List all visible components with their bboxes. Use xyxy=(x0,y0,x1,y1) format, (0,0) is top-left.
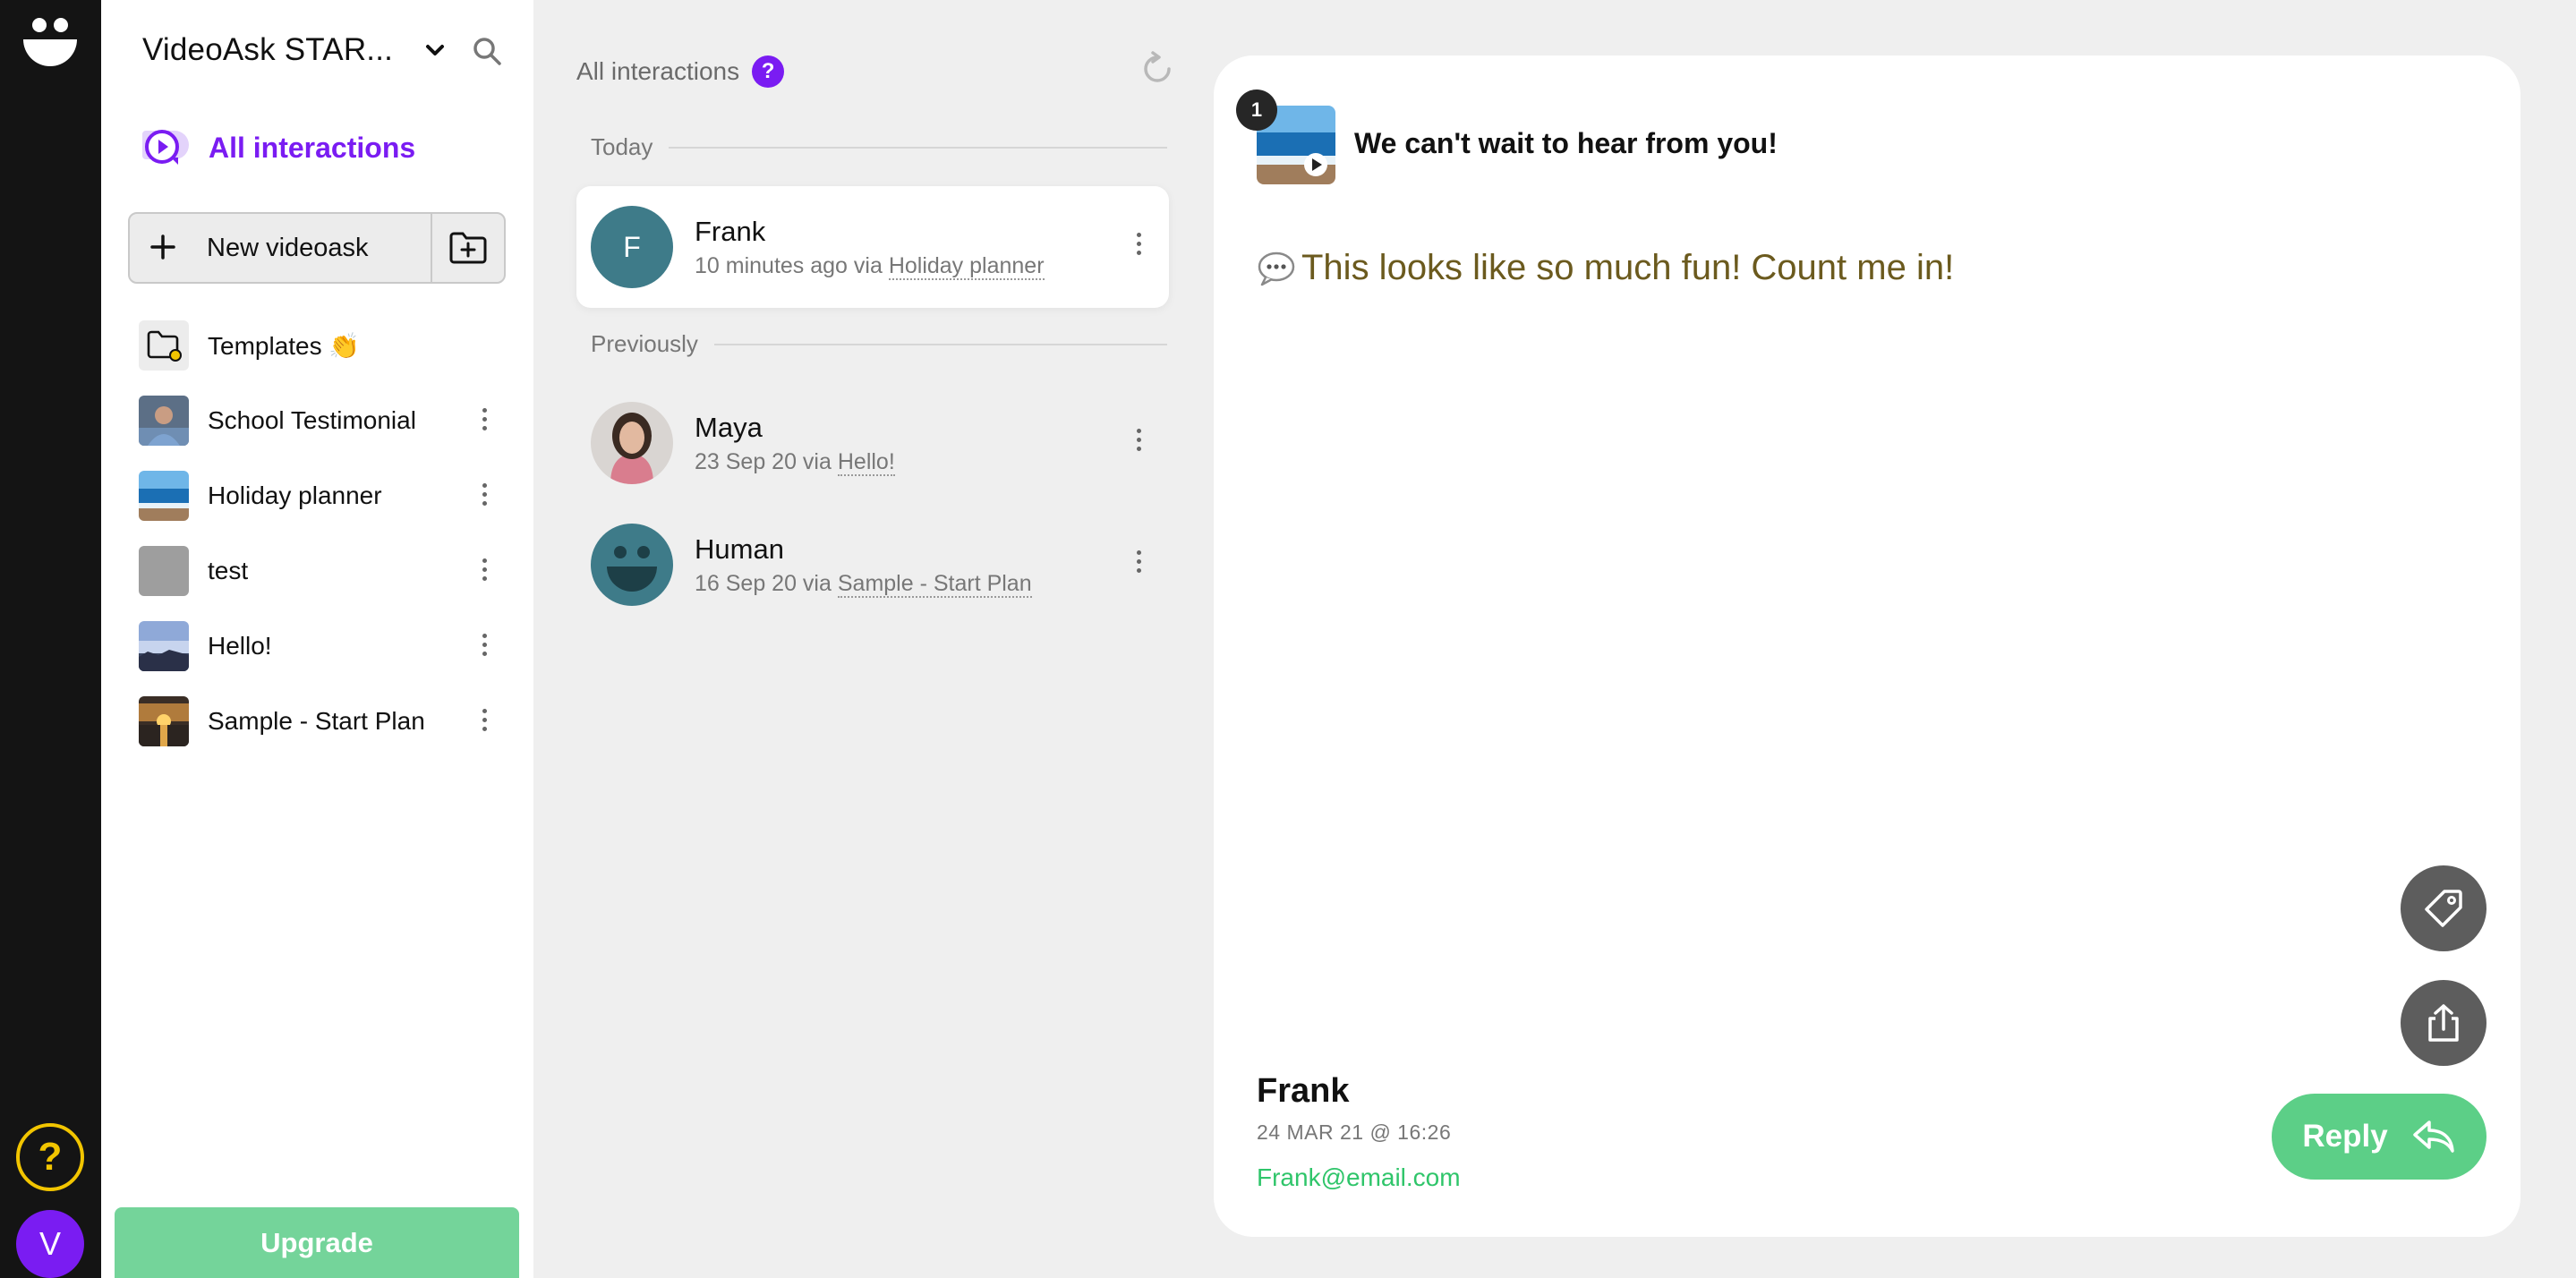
refresh-icon[interactable] xyxy=(1139,50,1176,88)
interaction-time: 10 minutes ago via xyxy=(695,252,883,278)
new-folder-button[interactable] xyxy=(432,214,504,282)
respondent-email[interactable]: Frank@email.com xyxy=(1257,1163,1461,1192)
school-testimonial-thumbnail xyxy=(139,396,189,446)
respondent-name: Human xyxy=(695,532,784,565)
interaction-list: All interactions ? Today F Frank 10 minu… xyxy=(533,0,1180,1278)
nav-all-interactions[interactable]: All interactions xyxy=(139,125,415,170)
interaction-detail: 1 We can't wait to hear from you! This l… xyxy=(1214,55,2521,1237)
tag-button[interactable] xyxy=(2401,865,2486,951)
more-options-icon[interactable] xyxy=(481,483,488,508)
interaction-time: 16 Sep 20 via xyxy=(695,570,832,596)
folder-item-test[interactable]: test xyxy=(139,533,515,609)
avatar: F xyxy=(591,206,673,288)
more-options-icon[interactable] xyxy=(481,634,488,659)
list-header-title: All interactions xyxy=(576,57,740,85)
interaction-meta: 23 Sep 20 via Hello! xyxy=(695,448,895,476)
more-options-icon[interactable] xyxy=(481,558,488,584)
folder-label: Templates 👏 xyxy=(208,331,361,360)
folder-item-sample-start-plan[interactable]: Sample - Start Plan xyxy=(139,684,515,759)
more-options-icon[interactable] xyxy=(1135,550,1142,575)
question-title: We can't wait to hear from you! xyxy=(1354,127,1778,159)
folder-list: Templates 👏 School Testimonial Holiday p… xyxy=(139,308,515,759)
folder-label: Hello! xyxy=(208,632,272,660)
folder-label: test xyxy=(208,557,249,584)
upgrade-button[interactable]: Upgrade xyxy=(115,1207,519,1278)
list-header: All interactions ? xyxy=(576,55,785,88)
interaction-card-human[interactable]: Human 16 Sep 20 via Sample - Start Plan xyxy=(576,504,1169,626)
new-videoask-group: New videoask xyxy=(128,212,506,284)
folder-item-holiday-planner[interactable]: Holiday planner xyxy=(139,458,515,533)
avatar xyxy=(591,402,673,484)
via-link[interactable]: Holiday planner xyxy=(888,252,1045,280)
speech-bubble-icon xyxy=(1258,251,1295,285)
test-thumbnail xyxy=(139,546,189,596)
new-videoask-label: New videoask xyxy=(207,233,369,262)
reply-arrow-icon xyxy=(2412,1120,2454,1153)
folder-item-templates[interactable]: Templates 👏 xyxy=(139,308,515,383)
via-link[interactable]: Hello! xyxy=(837,448,895,476)
nav-all-interactions-label: All interactions xyxy=(209,131,416,164)
section-title: Today xyxy=(591,133,653,160)
folder-plus-icon xyxy=(449,232,487,264)
new-videoask-button[interactable]: New videoask xyxy=(130,214,432,282)
workspace-sidebar: VideoAsk STAR... All interactions New vi… xyxy=(101,0,533,1278)
divider xyxy=(713,343,1167,345)
avatar xyxy=(591,524,673,606)
app-rail: ? V xyxy=(0,0,101,1278)
response-text: This looks like so much fun! Count me in… xyxy=(1301,248,1955,287)
folder-label: Holiday planner xyxy=(208,481,382,509)
respondent-name: Frank xyxy=(1257,1072,1350,1110)
divider xyxy=(669,146,1167,149)
via-link[interactable]: Sample - Start Plan xyxy=(837,570,1032,598)
response-date: 24 MAR 21 @ 16:26 xyxy=(1257,1120,1452,1144)
workspace-title[interactable]: VideoAsk STAR... xyxy=(142,32,393,68)
reply-button[interactable]: Reply xyxy=(2272,1094,2486,1180)
plus-icon xyxy=(149,230,185,266)
templates-icon xyxy=(139,320,189,371)
question-number-badge: 1 xyxy=(1236,89,1277,131)
section-title: Previously xyxy=(591,330,698,357)
interaction-meta: 10 minutes ago via Holiday planner xyxy=(695,252,1045,280)
more-options-icon[interactable] xyxy=(1135,429,1142,454)
interaction-card-frank[interactable]: F Frank 10 minutes ago via Holiday plann… xyxy=(576,186,1169,308)
response-message: This looks like so much fun! Count me in… xyxy=(1257,248,1954,288)
folder-item-hello[interactable]: Hello! xyxy=(139,609,515,684)
interaction-time: 23 Sep 20 via xyxy=(695,448,832,474)
help-badge[interactable]: ? xyxy=(752,55,785,88)
interaction-meta: 16 Sep 20 via Sample - Start Plan xyxy=(695,570,1032,598)
share-icon xyxy=(2428,1004,2459,1042)
folder-item-school-testimonial[interactable]: School Testimonial xyxy=(139,383,515,458)
folder-label: School Testimonial xyxy=(208,406,416,434)
interaction-card-maya[interactable]: Maya 23 Sep 20 via Hello! xyxy=(576,382,1169,504)
videoask-logo-icon[interactable] xyxy=(20,16,81,73)
more-options-icon[interactable] xyxy=(481,408,488,433)
sample-start-plan-thumbnail xyxy=(139,696,189,746)
interactions-icon xyxy=(142,130,189,165)
hello-thumbnail xyxy=(139,621,189,671)
holiday-planner-thumbnail xyxy=(139,471,189,521)
folder-label: Sample - Start Plan xyxy=(208,707,425,735)
section-today: Today xyxy=(591,133,1167,161)
section-previously: Previously xyxy=(591,330,1167,358)
reply-label: Reply xyxy=(2302,1119,2388,1154)
chevron-down-icon[interactable] xyxy=(423,41,447,59)
respondent-name: Frank xyxy=(695,215,766,247)
share-button[interactable] xyxy=(2401,980,2486,1066)
more-options-icon[interactable] xyxy=(1135,233,1142,258)
search-icon[interactable] xyxy=(472,36,502,66)
help-button[interactable]: ? xyxy=(16,1123,84,1191)
user-avatar[interactable]: V xyxy=(16,1210,84,1278)
more-options-icon[interactable] xyxy=(481,709,488,734)
tag-icon xyxy=(2425,890,2462,927)
respondent-name: Maya xyxy=(695,411,763,443)
